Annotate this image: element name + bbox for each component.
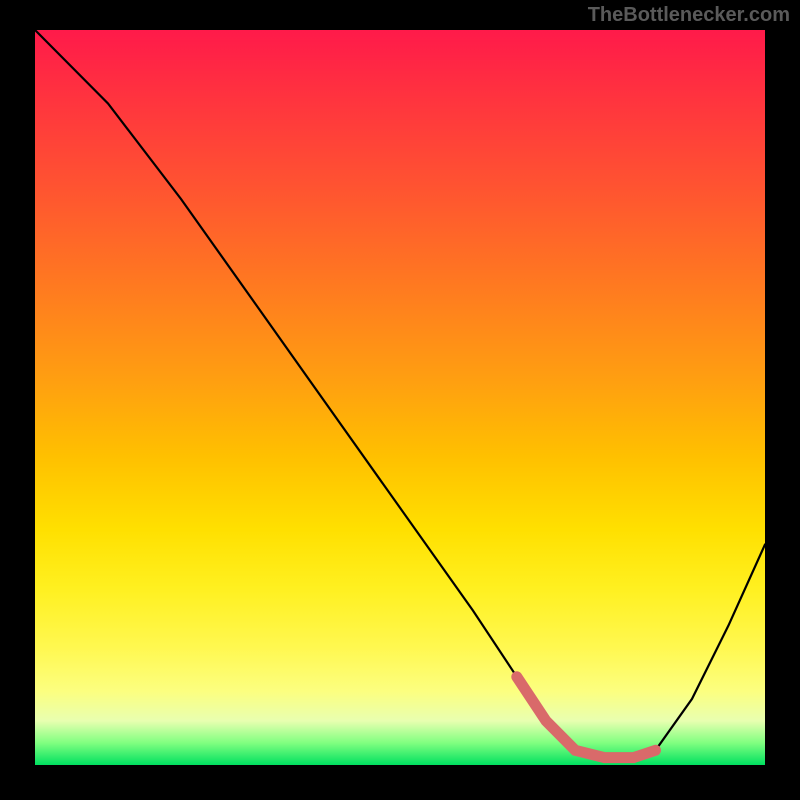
bottleneck-curve: [35, 30, 765, 758]
plot-area: [35, 30, 765, 765]
highlight-band: [517, 677, 656, 758]
chart-svg: [35, 30, 765, 765]
watermark-text: TheBottlenecker.com: [588, 4, 790, 27]
